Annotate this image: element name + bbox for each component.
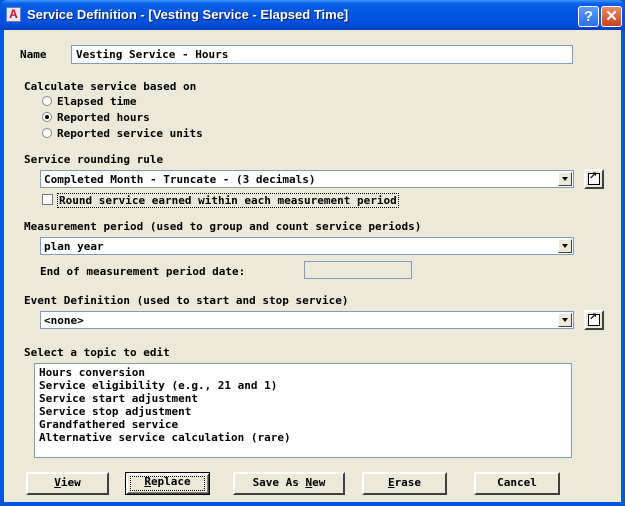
erase-mnemonic: E xyxy=(387,476,395,489)
list-item[interactable]: Alternative service calculation (rare) xyxy=(39,431,571,444)
measurement-period-select[interactable]: plan year xyxy=(40,237,574,255)
list-item[interactable]: Grandfathered service xyxy=(39,418,571,431)
radio-elapsed-time-label[interactable]: Elapsed time xyxy=(57,95,136,108)
rounding-rule-select[interactable]: Completed Month - Truncate - (3 decimals… xyxy=(40,170,574,188)
measurement-heading: Measurement period (used to group and co… xyxy=(24,220,422,233)
save-as-new-label-pre: Save As xyxy=(252,476,306,489)
end-period-label: End of measurement period date: xyxy=(40,265,246,278)
rounding-browse-button[interactable] xyxy=(584,169,604,189)
list-item[interactable]: Service stop adjustment xyxy=(39,405,571,418)
dialog-client-area: Name Vesting Service - Hours Calculate s… xyxy=(4,30,621,502)
cancel-label: Cancel xyxy=(497,476,537,489)
calc-heading: Calculate service based on xyxy=(24,80,197,93)
replace-button[interactable]: Replace xyxy=(125,472,210,495)
save-as-new-button[interactable]: Save As New xyxy=(233,472,345,495)
close-button[interactable]: ✕ xyxy=(601,6,622,27)
dialog-window: A Service Definition - [Vesting Service … xyxy=(0,0,625,506)
view-button[interactable]: View xyxy=(26,472,109,495)
end-period-date-input[interactable] xyxy=(304,261,412,279)
window-title: Service Definition - [Vesting Service - … xyxy=(27,7,349,22)
event-heading: Event Definition (used to start and stop… xyxy=(24,294,349,307)
name-input[interactable]: Vesting Service - Hours xyxy=(71,45,573,64)
radio-reported-service-units[interactable] xyxy=(42,128,52,138)
chevron-down-icon[interactable] xyxy=(558,313,572,327)
chevron-down-icon[interactable] xyxy=(558,239,572,253)
radio-reported-hours[interactable] xyxy=(42,112,52,122)
erase-label-rest: rase xyxy=(394,476,422,489)
topics-heading: Select a topic to edit xyxy=(24,346,170,359)
radio-elapsed-time[interactable] xyxy=(42,96,52,106)
rounding-rule-value: Completed Month - Truncate - (3 decimals… xyxy=(44,173,316,186)
measurement-period-value: plan year xyxy=(44,240,104,253)
round-each-period-checkbox[interactable] xyxy=(42,194,53,205)
open-external-icon xyxy=(588,171,600,185)
event-browse-button[interactable] xyxy=(584,310,604,330)
name-label: Name xyxy=(20,48,47,61)
event-definition-value: <none> xyxy=(44,314,84,327)
topic-listbox[interactable]: Hours conversion Service eligibility (e.… xyxy=(34,363,572,458)
rounding-heading: Service rounding rule xyxy=(24,153,164,166)
round-each-period-label[interactable]: Round service earned within each measure… xyxy=(57,193,399,208)
chevron-down-icon[interactable] xyxy=(558,172,572,186)
list-item[interactable]: Hours conversion xyxy=(39,366,571,379)
radio-reported-service-units-label[interactable]: Reported service units xyxy=(57,127,203,140)
cancel-button[interactable]: Cancel xyxy=(474,472,560,495)
erase-button[interactable]: Erase xyxy=(362,472,447,495)
focus-rect xyxy=(130,476,205,491)
title-bar[interactable]: A Service Definition - [Vesting Service … xyxy=(0,0,625,30)
list-item[interactable]: Service eligibility (e.g., 21 and 1) xyxy=(39,379,571,392)
radio-reported-hours-label[interactable]: Reported hours xyxy=(57,111,150,124)
view-label-rest: iew xyxy=(60,476,81,489)
app-icon: A xyxy=(6,7,21,22)
save-as-new-label-rest: ew xyxy=(312,476,326,489)
event-definition-select[interactable]: <none> xyxy=(40,311,574,329)
help-button[interactable]: ? xyxy=(578,6,599,27)
list-item[interactable]: Service start adjustment xyxy=(39,392,571,405)
view-mnemonic: V xyxy=(54,476,61,489)
open-external-icon xyxy=(588,312,600,326)
